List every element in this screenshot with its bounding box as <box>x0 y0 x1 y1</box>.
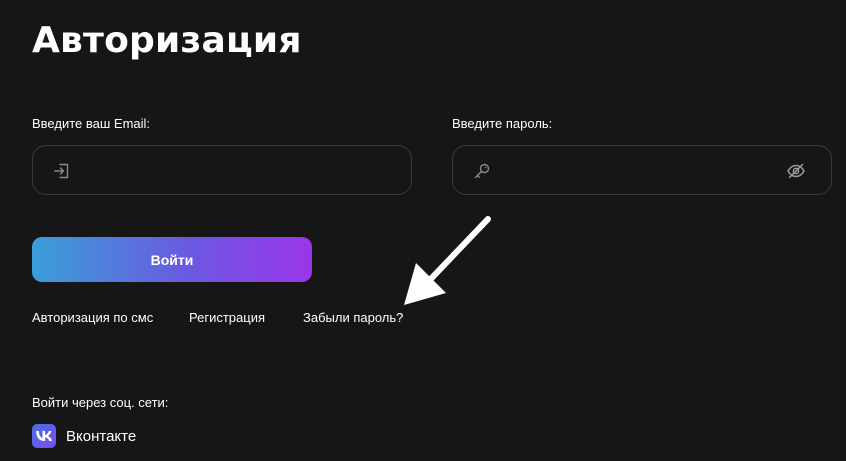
sms-auth-link[interactable]: Авторизация по смс <box>32 310 153 325</box>
login-button[interactable]: Войти <box>32 237 312 282</box>
login-icon <box>54 163 69 179</box>
eye-off-icon[interactable] <box>786 161 806 181</box>
register-link[interactable]: Регистрация <box>189 310 265 325</box>
password-label: Введите пароль: <box>452 116 553 131</box>
password-field[interactable] <box>452 145 832 195</box>
social-heading: Войти через соц. сети: <box>32 395 169 410</box>
email-label: Введите ваш Email: <box>32 116 151 131</box>
email-field[interactable] <box>32 145 412 195</box>
email-input[interactable] <box>81 146 355 194</box>
vk-label: Вконтакте <box>66 427 137 445</box>
vk-login-button[interactable]: Вконтакте <box>32 424 136 448</box>
key-icon <box>474 163 490 179</box>
auth-page: Авторизация Введите ваш Email: Введите п… <box>0 0 846 461</box>
forgot-password-link[interactable]: Забыли пароль? <box>303 310 403 325</box>
arrow-pointer-icon <box>404 216 491 305</box>
page-title: Авторизация <box>32 20 302 61</box>
password-input[interactable] <box>501 146 775 194</box>
vk-icon <box>32 424 56 448</box>
